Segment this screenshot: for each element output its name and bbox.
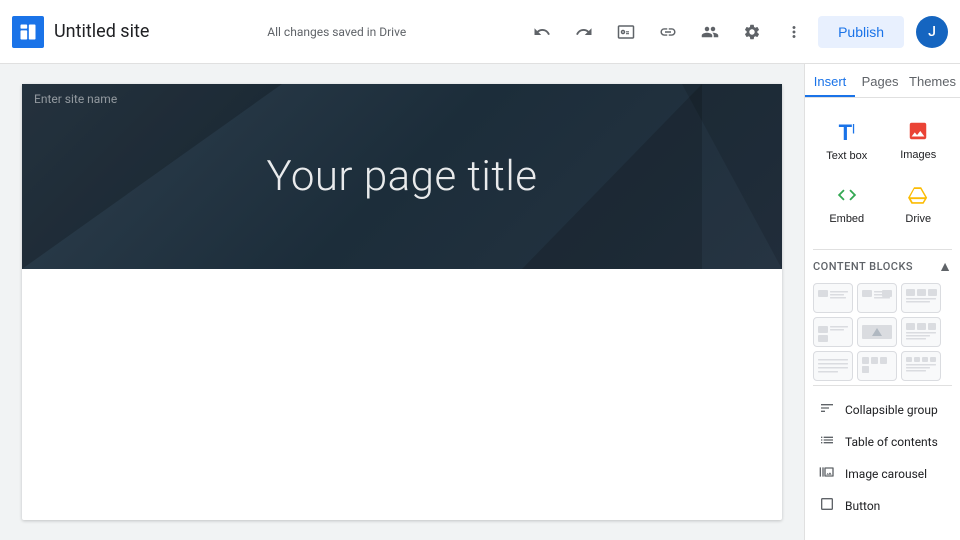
content-blocks-header: CONTENT BLOCKS ▲ [813, 258, 952, 275]
block-thumb-9[interactable] [901, 351, 941, 381]
content-blocks-chevron[interactable]: ▲ [938, 258, 952, 275]
topbar-actions: Publish J [524, 14, 948, 50]
block-thumb-2[interactable] [857, 283, 897, 313]
image-carousel-label: Image carousel [845, 467, 927, 481]
preview-button[interactable] [608, 14, 644, 50]
avatar: J [916, 16, 948, 48]
link-button[interactable] [650, 14, 686, 50]
divider-1 [813, 249, 952, 250]
table-of-contents-label: Table of contents [845, 435, 938, 449]
button-item[interactable]: Button [813, 490, 952, 522]
right-panel: Insert Pages Themes T| Text box Images [804, 64, 960, 540]
table-of-contents-item[interactable]: Table of contents [813, 426, 952, 458]
block-thumb-4[interactable] [813, 317, 853, 347]
block-row-1 [813, 283, 952, 313]
table-of-contents-icon [817, 432, 837, 452]
images-label: Images [900, 149, 936, 161]
collapsible-group-icon [817, 400, 837, 420]
topbar: Untitled site All changes saved in Drive… [0, 0, 960, 64]
undo-button[interactable] [524, 14, 560, 50]
embed-label: Embed [829, 213, 864, 225]
block-thumb-6[interactable] [901, 317, 941, 347]
settings-button[interactable] [734, 14, 770, 50]
canvas-area[interactable]: Enter site name Your page title [0, 64, 804, 540]
enter-site-name-placeholder[interactable]: Enter site name [34, 92, 117, 106]
logo-area: Untitled site [12, 16, 149, 48]
tab-pages[interactable]: Pages [855, 64, 905, 97]
button-label: Button [845, 499, 880, 513]
collapsible-group-label: Collapsible group [845, 403, 938, 417]
textbox-icon: T| [839, 120, 855, 146]
page-canvas: Enter site name Your page title [22, 84, 782, 520]
site-title: Untitled site [54, 21, 149, 42]
more-button[interactable] [776, 14, 812, 50]
block-row-2 [813, 317, 952, 347]
block-thumb-8[interactable] [857, 351, 897, 381]
tab-insert[interactable]: Insert [805, 64, 855, 97]
panel-tabs: Insert Pages Themes [805, 64, 960, 98]
button-icon [817, 496, 837, 516]
image-carousel-item[interactable]: Image carousel [813, 458, 952, 490]
block-row-3 [813, 351, 952, 381]
save-status-text: All changes saved in Drive [267, 25, 406, 39]
share-button[interactable] [692, 14, 728, 50]
save-status: All changes saved in Drive [149, 25, 524, 39]
block-thumb-3[interactable] [901, 283, 941, 313]
sites-logo-icon [12, 16, 44, 48]
tab-themes[interactable]: Themes [905, 64, 960, 97]
page-header[interactable]: Enter site name Your page title [22, 84, 782, 269]
image-carousel-icon [817, 464, 837, 484]
content-blocks-title: CONTENT BLOCKS [813, 260, 913, 273]
drive-label: Drive [905, 213, 931, 225]
main-area: Enter site name Your page title Insert P… [0, 64, 960, 540]
insert-drive-button[interactable]: Drive [885, 174, 953, 233]
insert-textbox-button[interactable]: T| Text box [813, 110, 881, 170]
insert-embed-button[interactable]: Embed [813, 174, 881, 233]
drive-icon [907, 184, 929, 209]
embed-icon [836, 184, 858, 209]
textbox-label: Text box [826, 150, 867, 162]
insert-images-button[interactable]: Images [885, 110, 953, 170]
publish-button[interactable]: Publish [818, 16, 904, 48]
redo-button[interactable] [566, 14, 602, 50]
page-title[interactable]: Your page title [266, 152, 537, 201]
panel-content: T| Text box Images Embed [805, 98, 960, 540]
divider-2 [813, 385, 952, 386]
page-body[interactable] [22, 269, 782, 479]
block-thumb-1[interactable] [813, 283, 853, 313]
insert-tools-grid: T| Text box Images Embed [813, 110, 952, 233]
block-thumb-5[interactable] [857, 317, 897, 347]
collapsible-group-item[interactable]: Collapsible group [813, 394, 952, 426]
images-icon [907, 120, 929, 145]
block-thumb-7[interactable] [813, 351, 853, 381]
